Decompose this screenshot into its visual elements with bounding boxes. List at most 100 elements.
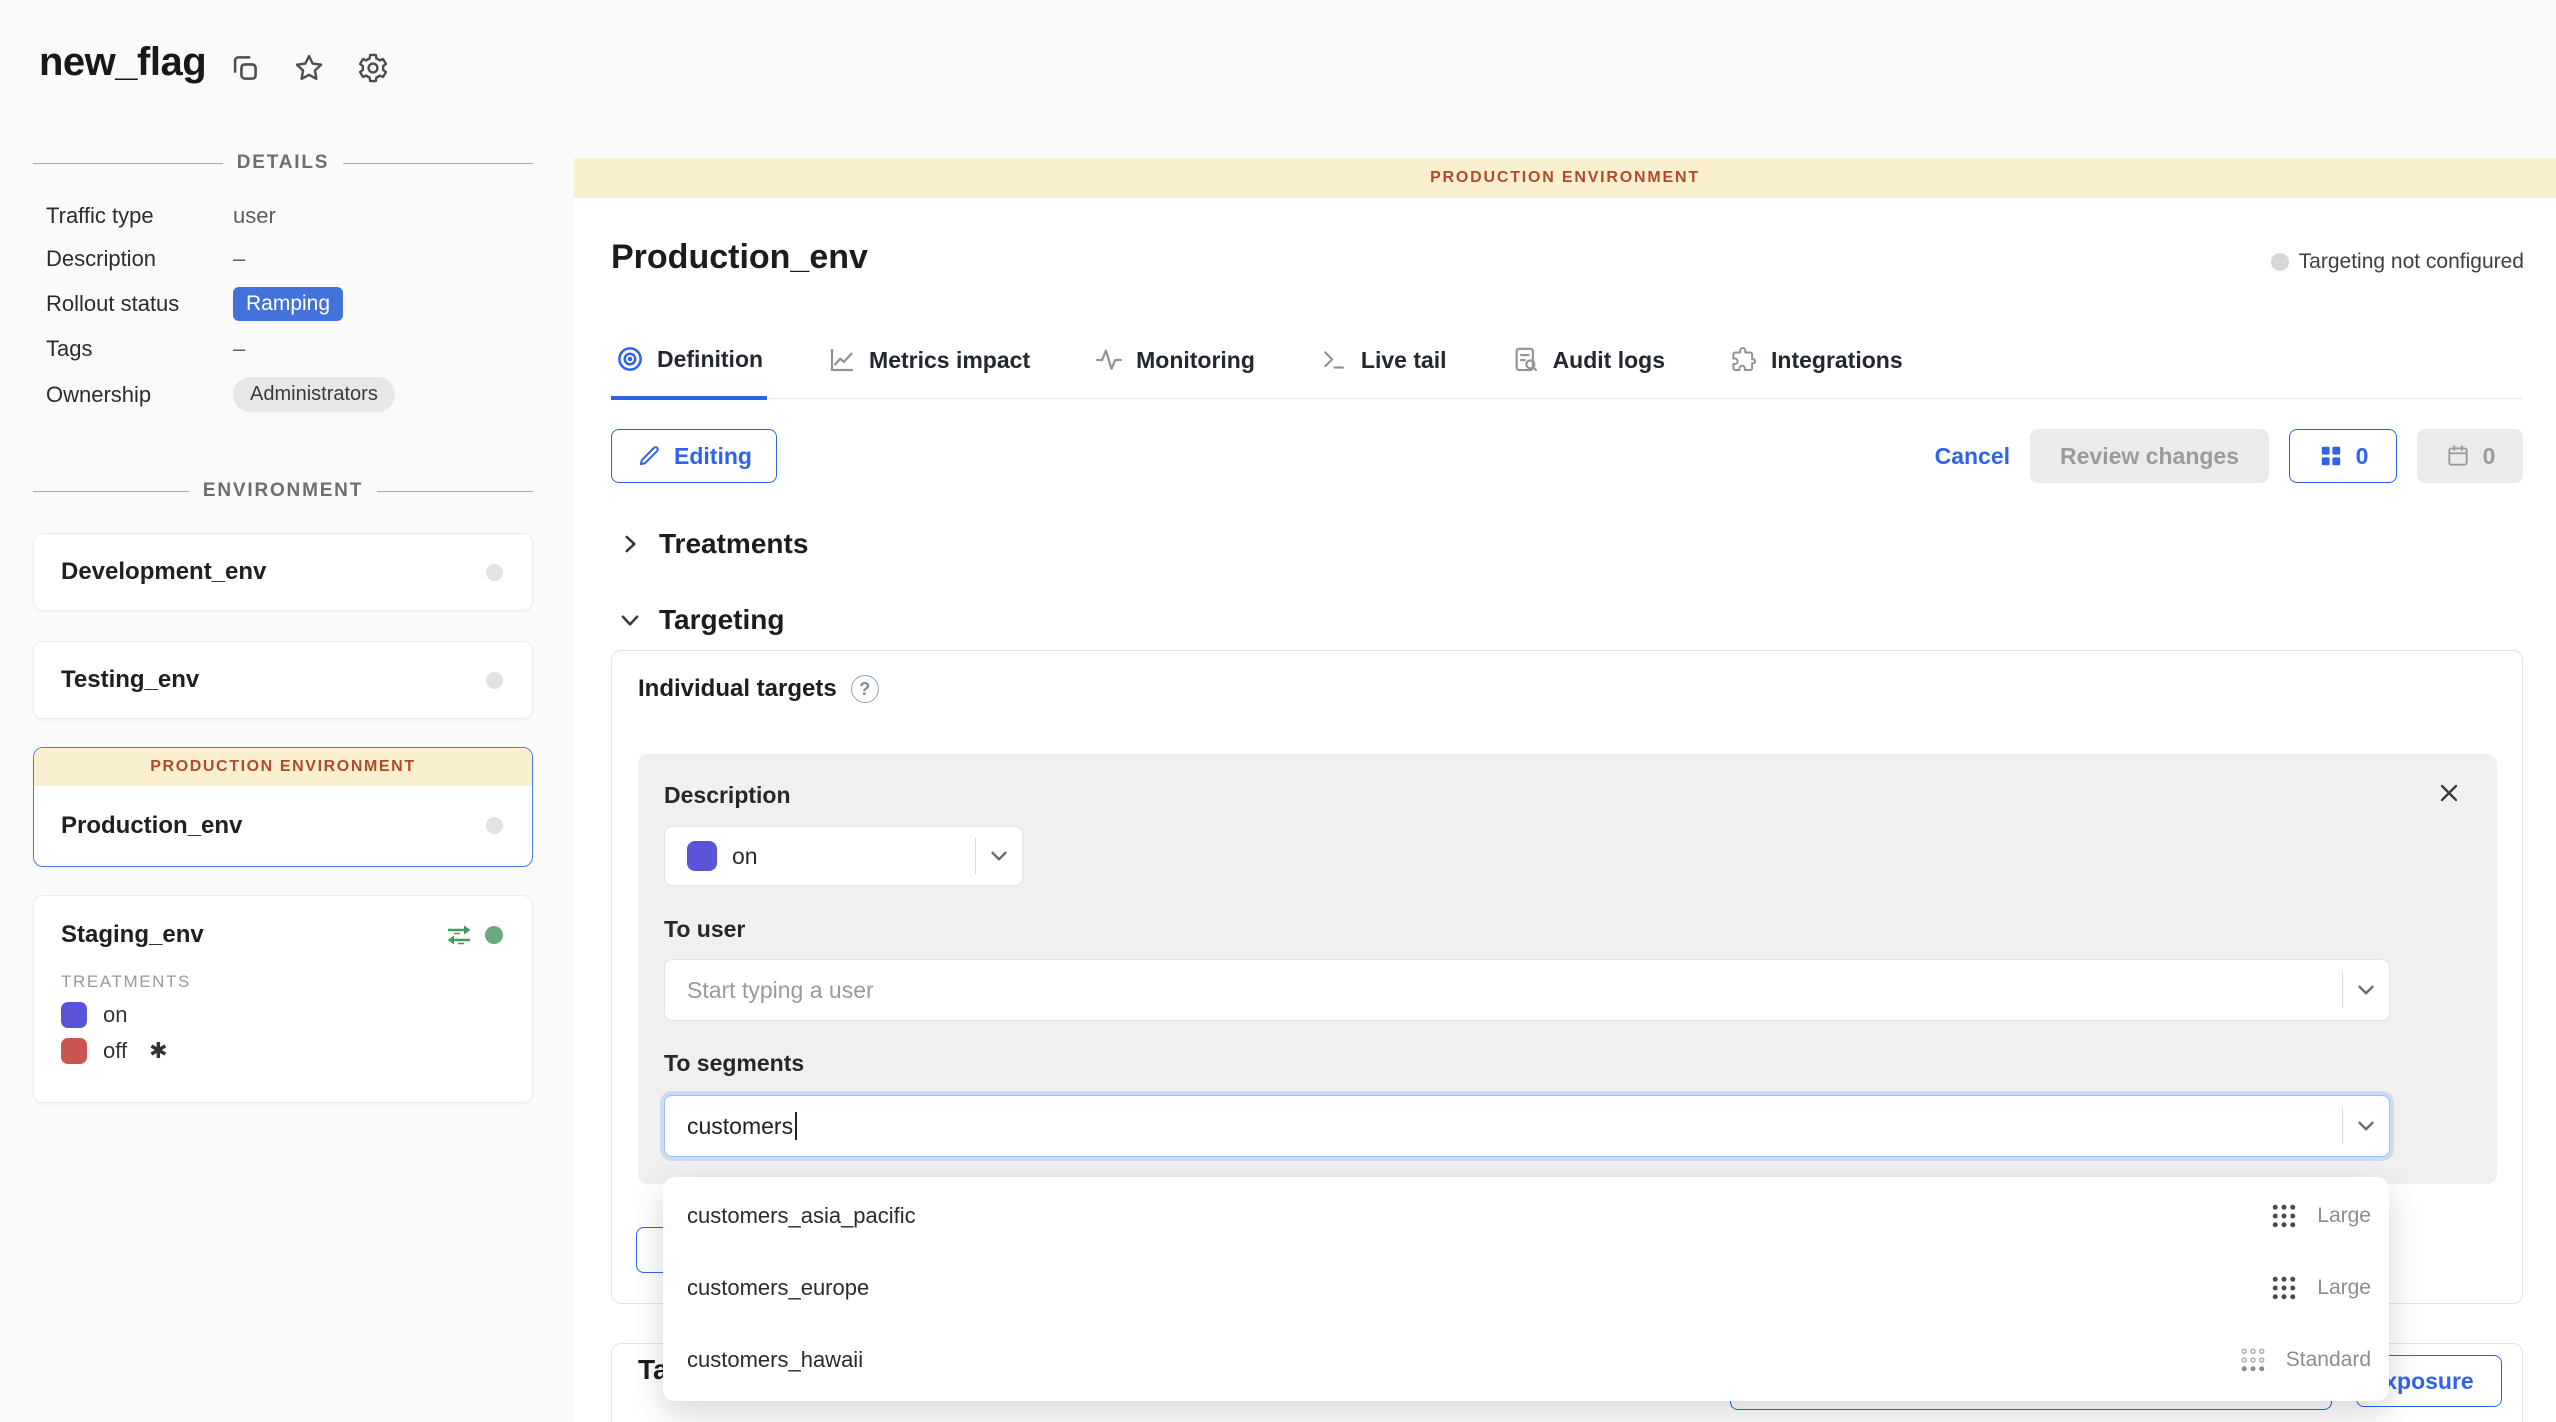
- targeting-section-header[interactable]: Targeting: [617, 604, 784, 636]
- editing-button[interactable]: Editing: [611, 429, 777, 483]
- exposure-button-label: xposure: [2384, 1368, 2473, 1395]
- tab-label: Metrics impact: [869, 347, 1030, 374]
- treatment-select[interactable]: on: [664, 826, 1023, 886]
- review-changes-label: Review changes: [2060, 443, 2239, 470]
- select-divider: [2342, 1108, 2343, 1144]
- scheduled-count-button[interactable]: 0: [2417, 429, 2523, 483]
- large-segment-icon: [2269, 1201, 2299, 1231]
- segments-typed-value: customers: [687, 1113, 793, 1140]
- tab-metrics-impact[interactable]: Metrics impact: [823, 336, 1034, 398]
- env-card-production[interactable]: PRODUCTION ENVIRONMENT Production_env: [33, 747, 533, 867]
- to-segments-input[interactable]: customers: [664, 1095, 2390, 1157]
- to-user-label: To user: [664, 916, 745, 943]
- detail-row-description: Description –: [46, 246, 516, 272]
- chevron-down-icon[interactable]: [2353, 977, 2379, 1003]
- editing-label: Editing: [674, 443, 752, 470]
- changes-count-button[interactable]: 0: [2289, 429, 2397, 483]
- ownership-pill: Administrators: [233, 377, 395, 412]
- treatment-swatch-off: [61, 1038, 87, 1064]
- copy-icon[interactable]: [228, 51, 262, 85]
- details-divider: DETAILS: [33, 152, 533, 174]
- cancel-link[interactable]: Cancel: [1935, 443, 2010, 470]
- puzzle-icon: [1729, 345, 1759, 375]
- detail-value: –: [233, 336, 245, 362]
- production-banner: PRODUCTION ENVIRONMENT: [34, 748, 532, 786]
- standard-segment-icon: [2238, 1345, 2268, 1375]
- treatments-heading: TREATMENTS: [34, 960, 532, 992]
- detail-label: Rollout status: [46, 291, 233, 317]
- treatment-row-off: off ✱: [34, 1028, 532, 1064]
- segment-option-hawaii[interactable]: customers_hawaii Standard: [663, 1324, 2389, 1396]
- to-user-input[interactable]: [665, 960, 2342, 1020]
- detail-row-rollout-status: Rollout status Ramping: [46, 287, 516, 321]
- text-caret: [795, 1112, 797, 1140]
- env-card-development[interactable]: Development_env: [33, 533, 533, 611]
- production-banner-text: PRODUCTION ENVIRONMENT: [150, 758, 415, 776]
- audit-log-icon: [1511, 345, 1541, 375]
- description-label: Description: [664, 782, 791, 809]
- environment-heading: ENVIRONMENT: [203, 480, 363, 502]
- to-user-input-wrap: [664, 959, 2390, 1021]
- section-label: Treatments: [659, 528, 808, 560]
- targeting-status: Targeting not configured: [2271, 250, 2524, 274]
- treatment-swatch-on: [61, 1002, 87, 1028]
- chevron-right-icon: [617, 531, 643, 557]
- tab-label: Definition: [657, 346, 763, 373]
- tab-integrations[interactable]: Integrations: [1725, 336, 1907, 398]
- treatments-section-header[interactable]: Treatments: [617, 528, 808, 560]
- environment-title: Production_env: [611, 238, 868, 277]
- details-heading: DETAILS: [237, 152, 329, 174]
- production-environment-banner: PRODUCTION ENVIRONMENT: [574, 158, 2556, 198]
- detail-row-tags: Tags –: [46, 336, 516, 362]
- env-card-staging[interactable]: Staging_env TREATMENTS on off ✱: [33, 895, 533, 1103]
- large-segment-icon: [2269, 1273, 2299, 1303]
- tab-label: Integrations: [1771, 347, 1903, 374]
- edit-toolbar: Editing Cancel Review changes 0 0: [611, 429, 2523, 483]
- close-icon[interactable]: [2435, 779, 2463, 807]
- detail-label: Description: [46, 246, 233, 272]
- tab-audit-logs[interactable]: Audit logs: [1507, 336, 1669, 398]
- treatment-row-on: on: [34, 992, 532, 1028]
- tab-label: Live tail: [1361, 347, 1447, 374]
- chart-icon: [827, 345, 857, 375]
- tab-definition[interactable]: Definition: [611, 336, 767, 400]
- grid-icon: [2318, 443, 2344, 469]
- segment-size-label: Large: [2317, 1276, 2371, 1300]
- segment-size-label: Standard: [2286, 1348, 2371, 1372]
- review-changes-button[interactable]: Review changes: [2030, 429, 2269, 483]
- environment-divider: ENVIRONMENT: [33, 480, 533, 502]
- chevron-down-icon[interactable]: [2353, 1113, 2379, 1139]
- segment-option-europe[interactable]: customers_europe Large: [663, 1252, 2389, 1324]
- individual-targets-label: Individual targets: [638, 675, 837, 703]
- segment-name: customers_europe: [687, 1275, 869, 1301]
- select-divider: [975, 838, 976, 874]
- star-icon[interactable]: [292, 51, 326, 85]
- tab-live-tail[interactable]: Live tail: [1315, 336, 1451, 398]
- env-status-dot: [486, 672, 503, 689]
- target-icon: [615, 344, 645, 374]
- env-status-dot: [486, 817, 503, 834]
- chevron-down-icon[interactable]: [986, 843, 1012, 869]
- chevron-down-icon: [617, 607, 643, 633]
- terminal-icon: [1319, 345, 1349, 375]
- select-divider: [2342, 972, 2343, 1008]
- segment-name: customers_hawaii: [687, 1347, 863, 1373]
- status-text: Targeting not configured: [2299, 250, 2524, 274]
- pencil-icon: [636, 443, 662, 469]
- rollout-status-badge: Ramping: [233, 287, 343, 321]
- help-icon[interactable]: ?: [851, 675, 879, 703]
- calendar-icon: [2445, 443, 2471, 469]
- treatment-label: on: [103, 1002, 127, 1028]
- detail-label: Traffic type: [46, 203, 233, 229]
- tab-monitoring[interactable]: Monitoring: [1090, 336, 1259, 398]
- tab-label: Audit logs: [1553, 347, 1665, 374]
- gear-icon[interactable]: [356, 51, 390, 85]
- env-card-testing[interactable]: Testing_env: [33, 641, 533, 719]
- detail-label: Ownership: [46, 382, 233, 408]
- default-treatment-icon: ✱: [149, 1038, 167, 1064]
- changes-count: 0: [2356, 443, 2369, 470]
- treatment-label: off: [103, 1038, 127, 1064]
- env-name: Staging_env: [61, 921, 204, 949]
- segment-option-asia-pacific[interactable]: customers_asia_pacific Large: [663, 1180, 2389, 1252]
- env-status-dot: [486, 564, 503, 581]
